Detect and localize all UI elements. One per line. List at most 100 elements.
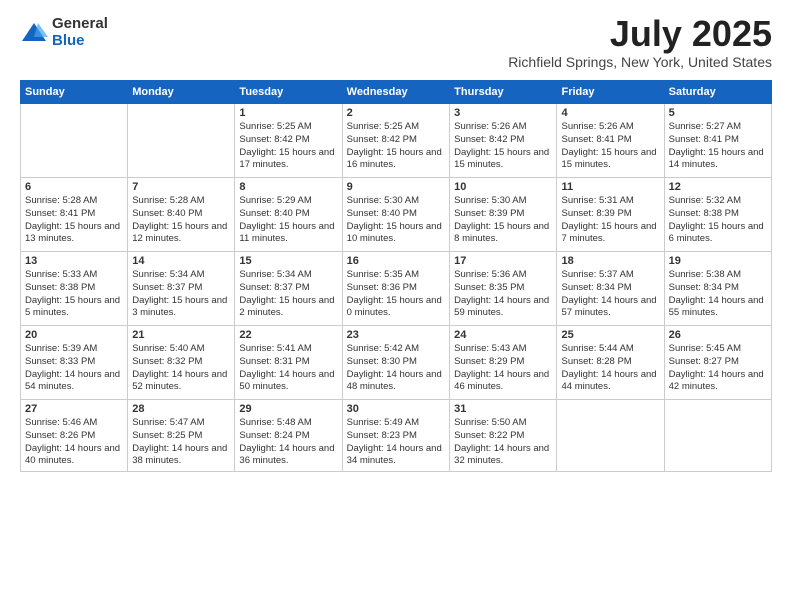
day-number: 2 (347, 107, 445, 119)
table-row: 7Sunrise: 5:28 AM Sunset: 8:40 PM Daylig… (128, 178, 235, 252)
col-thursday: Thursday (450, 81, 557, 104)
day-number: 23 (347, 329, 445, 341)
table-row (664, 400, 771, 472)
day-info: Sunrise: 5:34 AM Sunset: 8:37 PM Dayligh… (132, 269, 230, 320)
title-location: Richfield Springs, New York, United Stat… (508, 54, 772, 70)
day-info: Sunrise: 5:42 AM Sunset: 8:30 PM Dayligh… (347, 343, 445, 394)
day-info: Sunrise: 5:26 AM Sunset: 8:41 PM Dayligh… (561, 121, 659, 172)
day-info: Sunrise: 5:36 AM Sunset: 8:35 PM Dayligh… (454, 269, 552, 320)
day-number: 13 (25, 255, 123, 267)
day-number: 25 (561, 329, 659, 341)
table-row: 26Sunrise: 5:45 AM Sunset: 8:27 PM Dayli… (664, 326, 771, 400)
day-info: Sunrise: 5:48 AM Sunset: 8:24 PM Dayligh… (239, 417, 337, 468)
day-info: Sunrise: 5:29 AM Sunset: 8:40 PM Dayligh… (239, 195, 337, 246)
day-info: Sunrise: 5:30 AM Sunset: 8:40 PM Dayligh… (347, 195, 445, 246)
day-info: Sunrise: 5:38 AM Sunset: 8:34 PM Dayligh… (669, 269, 767, 320)
table-row: 8 Sunrise: 5:29 AM Sunset: 8:40 PM Daylig… (235, 178, 342, 252)
table-row: 29 Sunrise: 5:48 AM Sunset: 8:24 PM Dayli… (235, 400, 342, 472)
table-row: 31 Sunrise: 5:50 AM Sunset: 8:22 PM Dayli… (450, 400, 557, 472)
day-number: 11 (561, 181, 659, 193)
table-row: 18 Sunrise: 5:37 AM Sunset: 8:34 PM Dayli… (557, 252, 664, 326)
col-tuesday: Tuesday (235, 81, 342, 104)
calendar-header-row: Sunday Monday Tuesday Wednesday Thursday… (21, 81, 772, 104)
table-row: 13 Sunrise: 5:33 AM Sunset: 8:38 PM Dayli… (21, 252, 128, 326)
day-number: 1 (239, 107, 337, 119)
table-row: 27Sunrise: 5:46 AM Sunset: 8:26 PM Dayli… (21, 400, 128, 472)
calendar-week-4: 20Sunrise: 5:39 AM Sunset: 8:33 PM Dayli… (21, 326, 772, 400)
calendar-table: Sunday Monday Tuesday Wednesday Thursday… (20, 80, 772, 472)
calendar-week-2: 6Sunrise: 5:28 AM Sunset: 8:41 PM Daylig… (21, 178, 772, 252)
day-info: Sunrise: 5:40 AM Sunset: 8:32 PM Dayligh… (132, 343, 230, 394)
table-row: 16 Sunrise: 5:35 AM Sunset: 8:36 PM Dayli… (342, 252, 449, 326)
day-info: Sunrise: 5:34 AM Sunset: 8:37 PM Dayligh… (239, 269, 337, 320)
day-number: 8 (239, 181, 337, 193)
day-number: 3 (454, 107, 552, 119)
table-row: 2 Sunrise: 5:25 AM Sunset: 8:42 PM Daylig… (342, 104, 449, 178)
day-info: Sunrise: 5:31 AM Sunset: 8:39 PM Dayligh… (561, 195, 659, 246)
day-number: 29 (239, 403, 337, 415)
logo-text: General Blue (52, 16, 108, 49)
day-info: Sunrise: 5:30 AM Sunset: 8:39 PM Dayligh… (454, 195, 552, 246)
title-month: July 2025 (508, 16, 772, 52)
day-number: 27 (25, 403, 123, 415)
day-info: Sunrise: 5:41 AM Sunset: 8:31 PM Dayligh… (239, 343, 337, 394)
table-row: 28Sunrise: 5:47 AM Sunset: 8:25 PM Dayli… (128, 400, 235, 472)
table-row: 14 Sunrise: 5:34 AM Sunset: 8:37 PM Dayli… (128, 252, 235, 326)
day-number: 19 (669, 255, 767, 267)
table-row: 22Sunrise: 5:41 AM Sunset: 8:31 PM Dayli… (235, 326, 342, 400)
table-row: 19 Sunrise: 5:38 AM Sunset: 8:34 PM Dayli… (664, 252, 771, 326)
table-row: 12Sunrise: 5:32 AM Sunset: 8:38 PM Dayli… (664, 178, 771, 252)
page: General Blue July 2025 Richfield Springs… (0, 0, 792, 612)
day-number: 6 (25, 181, 123, 193)
day-info: Sunrise: 5:25 AM Sunset: 8:42 PM Dayligh… (347, 121, 445, 172)
day-number: 30 (347, 403, 445, 415)
calendar-week-5: 27Sunrise: 5:46 AM Sunset: 8:26 PM Dayli… (21, 400, 772, 472)
day-info: Sunrise: 5:43 AM Sunset: 8:29 PM Dayligh… (454, 343, 552, 394)
table-row (128, 104, 235, 178)
day-info: Sunrise: 5:25 AM Sunset: 8:42 PM Dayligh… (239, 121, 337, 172)
day-number: 14 (132, 255, 230, 267)
table-row: 9Sunrise: 5:30 AM Sunset: 8:40 PM Daylig… (342, 178, 449, 252)
day-info: Sunrise: 5:39 AM Sunset: 8:33 PM Dayligh… (25, 343, 123, 394)
table-row: 23 Sunrise: 5:42 AM Sunset: 8:30 PM Dayli… (342, 326, 449, 400)
col-wednesday: Wednesday (342, 81, 449, 104)
day-info: Sunrise: 5:50 AM Sunset: 8:22 PM Dayligh… (454, 417, 552, 468)
day-number: 7 (132, 181, 230, 193)
day-info: Sunrise: 5:26 AM Sunset: 8:42 PM Dayligh… (454, 121, 552, 172)
table-row: 11 Sunrise: 5:31 AM Sunset: 8:39 PM Dayli… (557, 178, 664, 252)
day-info: Sunrise: 5:37 AM Sunset: 8:34 PM Dayligh… (561, 269, 659, 320)
day-info: Sunrise: 5:49 AM Sunset: 8:23 PM Dayligh… (347, 417, 445, 468)
table-row: 25 Sunrise: 5:44 AM Sunset: 8:28 PM Dayli… (557, 326, 664, 400)
table-row: 4 Sunrise: 5:26 AM Sunset: 8:41 PM Daylig… (557, 104, 664, 178)
col-friday: Friday (557, 81, 664, 104)
table-row (557, 400, 664, 472)
table-row (21, 104, 128, 178)
day-number: 31 (454, 403, 552, 415)
calendar-week-3: 13 Sunrise: 5:33 AM Sunset: 8:38 PM Dayli… (21, 252, 772, 326)
day-number: 17 (454, 255, 552, 267)
calendar-week-1: 1 Sunrise: 5:25 AM Sunset: 8:42 PM Daylig… (21, 104, 772, 178)
day-info: Sunrise: 5:45 AM Sunset: 8:27 PM Dayligh… (669, 343, 767, 394)
day-number: 10 (454, 181, 552, 193)
day-number: 16 (347, 255, 445, 267)
day-info: Sunrise: 5:44 AM Sunset: 8:28 PM Dayligh… (561, 343, 659, 394)
table-row: 30 Sunrise: 5:49 AM Sunset: 8:23 PM Dayli… (342, 400, 449, 472)
day-info: Sunrise: 5:27 AM Sunset: 8:41 PM Dayligh… (669, 121, 767, 172)
table-row: 10 Sunrise: 5:30 AM Sunset: 8:39 PM Dayli… (450, 178, 557, 252)
logo-blue: Blue (52, 33, 108, 50)
day-info: Sunrise: 5:33 AM Sunset: 8:38 PM Dayligh… (25, 269, 123, 320)
logo-general: General (52, 16, 108, 33)
table-row: 6Sunrise: 5:28 AM Sunset: 8:41 PM Daylig… (21, 178, 128, 252)
day-number: 4 (561, 107, 659, 119)
day-number: 18 (561, 255, 659, 267)
day-number: 15 (239, 255, 337, 267)
table-row: 3 Sunrise: 5:26 AM Sunset: 8:42 PM Daylig… (450, 104, 557, 178)
day-number: 24 (454, 329, 552, 341)
col-sunday: Sunday (21, 81, 128, 104)
table-row: 24 Sunrise: 5:43 AM Sunset: 8:29 PM Dayli… (450, 326, 557, 400)
table-row: 21Sunrise: 5:40 AM Sunset: 8:32 PM Dayli… (128, 326, 235, 400)
day-info: Sunrise: 5:47 AM Sunset: 8:25 PM Dayligh… (132, 417, 230, 468)
day-info: Sunrise: 5:35 AM Sunset: 8:36 PM Dayligh… (347, 269, 445, 320)
logo: General Blue (20, 16, 108, 49)
title-block: July 2025 Richfield Springs, New York, U… (508, 16, 772, 70)
